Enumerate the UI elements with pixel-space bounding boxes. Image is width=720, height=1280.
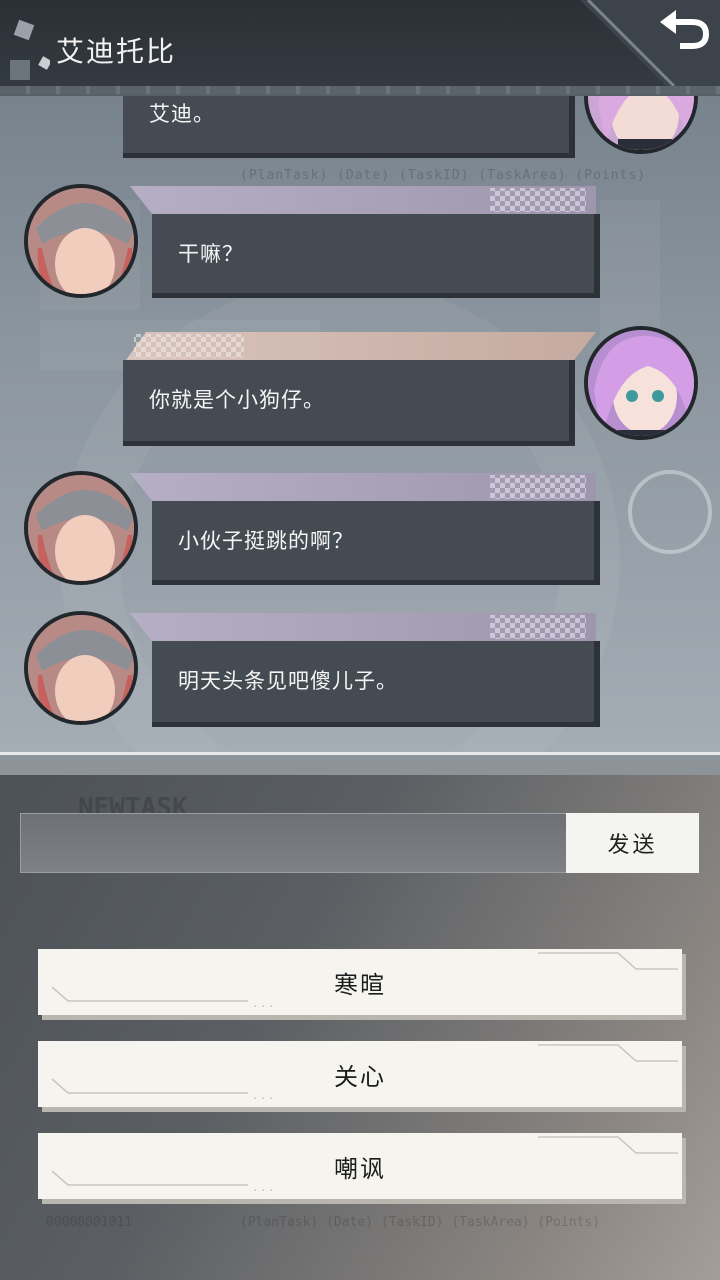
bubble-tab	[130, 613, 596, 641]
option-label: 寒暄	[334, 970, 386, 999]
option-label: 关心	[334, 1062, 386, 1091]
option-button-mock[interactable]: ... 嘲讽	[38, 1133, 682, 1199]
background-block	[600, 200, 660, 340]
send-button[interactable]: 发送	[566, 813, 699, 873]
page-title: 艾迪托比	[56, 35, 177, 68]
message-text: 艾迪。	[149, 102, 215, 126]
background-deco-text: (PlanTask) (Date) (TaskID) (TaskArea) (P…	[240, 168, 647, 183]
avatar-girl[interactable]	[584, 326, 698, 440]
option-label: 嘲讽	[334, 1154, 386, 1183]
avatar-boy[interactable]	[24, 471, 138, 585]
option-button-greet[interactable]: ... 寒暄	[38, 949, 682, 1015]
svg-text:...: ...	[252, 1091, 276, 1102]
message-bubble: 小伙子挺跳的啊？	[152, 501, 600, 585]
message-text: 你就是个小狗仔。	[149, 388, 325, 412]
background-deco-text: 00000001011	[46, 1215, 133, 1230]
option-button-care[interactable]: ... 关心	[38, 1041, 682, 1107]
message-text: 小伙子挺跳的啊？	[178, 529, 354, 553]
avatar-boy[interactable]	[24, 184, 138, 298]
background-deco-text: (PlanTask) (Date) (TaskID) (TaskArea) (P…	[240, 1215, 601, 1230]
avatar-boy[interactable]	[24, 611, 138, 725]
top-bar: 艾迪托比	[0, 0, 720, 96]
message-bubble: 明天头条见吧傻儿子。	[152, 641, 600, 727]
message-bubble: 干嘛？	[152, 214, 600, 298]
bubble-tab	[130, 186, 596, 214]
header-stripe	[0, 86, 720, 94]
back-button[interactable]	[580, 0, 720, 86]
bubble-tab	[130, 473, 596, 501]
svg-text:...: ...	[252, 1183, 276, 1194]
background-circle	[628, 470, 712, 554]
message-text: 干嘛？	[178, 242, 244, 266]
reply-panel: NEWTASK 发送 ... 寒暄 ... 关心 ... 嘲讽 00000001…	[0, 752, 720, 1280]
message-input[interactable]	[20, 813, 568, 873]
header-deco-icon	[10, 19, 50, 80]
message-bubble: 你就是个小狗仔。	[123, 360, 575, 446]
panel-divider	[0, 755, 720, 775]
bubble-tab	[126, 332, 596, 360]
message-text: 明天头条见吧傻儿子。	[178, 669, 398, 693]
svg-text:...: ...	[252, 999, 276, 1010]
